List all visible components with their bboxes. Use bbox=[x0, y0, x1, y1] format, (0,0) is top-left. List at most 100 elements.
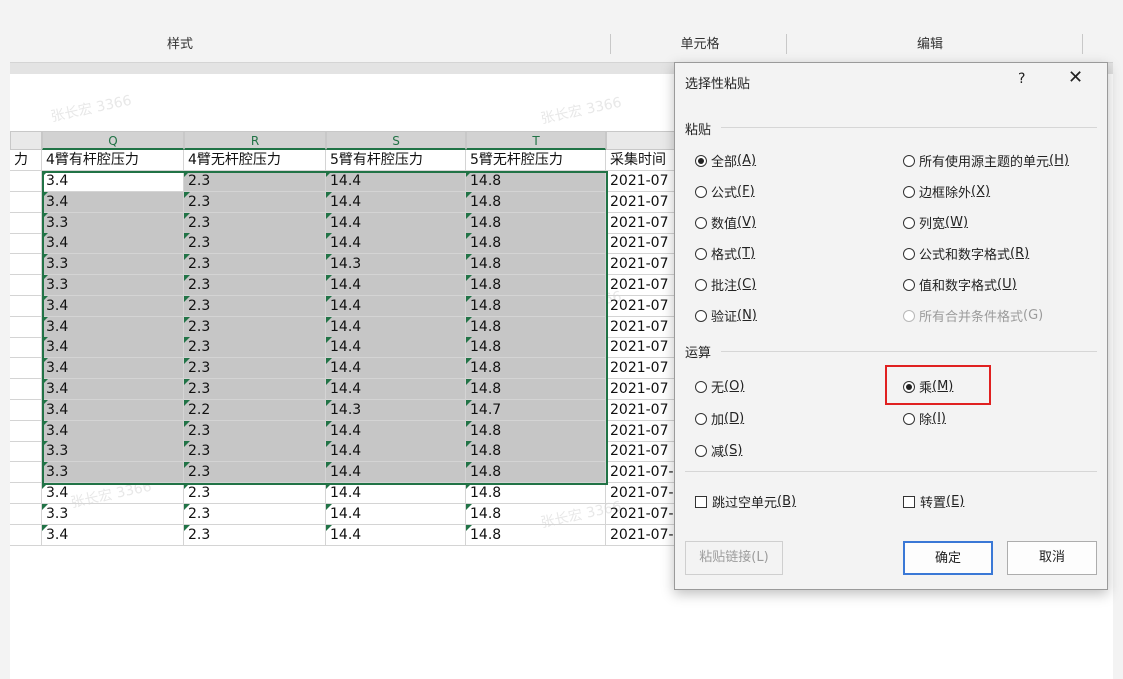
paste-option-key: (U) bbox=[997, 277, 1017, 292]
op-none-radio[interactable]: 无 (O) bbox=[695, 377, 744, 396]
paste-option-key: (X) bbox=[971, 184, 991, 199]
ok-button[interactable]: 确定 bbox=[903, 541, 993, 575]
table-cell[interactable]: 3.3 bbox=[42, 503, 184, 525]
paste-option-key: (G) bbox=[1023, 308, 1044, 323]
paste-option-radio[interactable]: 所有使用源主题的单元 (H) bbox=[903, 151, 1069, 170]
table-cell[interactable]: 14.4 bbox=[326, 503, 466, 525]
paste-option-radio[interactable]: 边框除外 (X) bbox=[903, 182, 990, 201]
table-cell[interactable] bbox=[10, 233, 42, 255]
table-cell[interactable] bbox=[10, 337, 42, 359]
radio-icon bbox=[695, 278, 707, 291]
column-header-letter[interactable]: T bbox=[466, 131, 606, 150]
skip-blanks-checkbox[interactable]: 跳过空单元 (B) bbox=[695, 492, 796, 511]
table-cell[interactable] bbox=[10, 171, 42, 192]
paste-option-radio[interactable]: 全部 (A) bbox=[695, 151, 756, 170]
paste-option-radio: 所有合并条件格式 (G) bbox=[903, 306, 1043, 325]
paste-option-radio[interactable]: 公式和数字格式 (R) bbox=[903, 244, 1029, 263]
column-header-letter[interactable] bbox=[10, 131, 42, 150]
paste-option-label: 边框除外 bbox=[919, 186, 972, 201]
paste-option-label: 所有使用源主题的单元 bbox=[919, 155, 1050, 170]
table-cell[interactable]: 14.8 bbox=[466, 483, 606, 504]
paste-option-label: 值和数字格式 bbox=[919, 279, 998, 294]
radio-icon bbox=[695, 154, 707, 167]
table-cell[interactable] bbox=[10, 399, 42, 421]
op-subtract-label: 减 bbox=[711, 445, 725, 460]
paste-option-radio[interactable]: 公式 (F) bbox=[695, 182, 755, 201]
table-cell[interactable]: 14.4 bbox=[326, 524, 466, 546]
table-cell[interactable] bbox=[10, 483, 42, 504]
op-divide-radio[interactable]: 除 (I) bbox=[903, 409, 946, 428]
paste-option-label: 公式和数字格式 bbox=[919, 248, 1011, 263]
table-cell[interactable]: 14.4 bbox=[326, 483, 466, 504]
section-divider bbox=[721, 351, 1097, 352]
paste-option-label: 列宽 bbox=[919, 217, 946, 232]
table-cell[interactable] bbox=[10, 379, 42, 400]
paste-link-button[interactable]: 粘贴链接(L) bbox=[685, 541, 783, 575]
radio-icon bbox=[695, 444, 707, 457]
transpose-label: 转置 bbox=[920, 496, 947, 511]
table-cell[interactable] bbox=[10, 316, 42, 338]
column-header-letter[interactable]: S bbox=[326, 131, 466, 150]
cancel-button[interactable]: 取消 bbox=[1007, 541, 1097, 575]
paste-option-radio[interactable]: 批注 (C) bbox=[695, 275, 756, 294]
op-subtract-key: (S) bbox=[724, 443, 743, 458]
table-cell[interactable] bbox=[10, 191, 42, 213]
column-header-letter[interactable]: R bbox=[184, 131, 326, 150]
table-cell[interactable]: 2.3 bbox=[184, 483, 326, 504]
table-cell[interactable] bbox=[10, 295, 42, 317]
header-cell[interactable]: 4臂无杆腔压力 bbox=[184, 150, 326, 171]
table-cell[interactable]: 14.8 bbox=[466, 524, 606, 546]
op-add-key: (D) bbox=[724, 411, 745, 426]
table-cell[interactable] bbox=[10, 358, 42, 380]
close-icon[interactable]: ✕ bbox=[1068, 67, 1083, 88]
paste-special-dialog: 选择性粘贴 ? ✕ 粘贴 全部 (A) 公式 (F) 数值 (V) 格式 (T) 批注 (C) 验证… bbox=[674, 62, 1108, 590]
ribbon-divider bbox=[1082, 34, 1083, 54]
transpose-checkbox[interactable]: 转置 (E) bbox=[903, 492, 964, 511]
radio-icon bbox=[903, 216, 915, 229]
radio-icon bbox=[903, 278, 915, 291]
table-cell[interactable]: 2.3 bbox=[184, 503, 326, 525]
paste-option-radio[interactable]: 验证 (N) bbox=[695, 306, 757, 325]
table-cell[interactable] bbox=[10, 441, 42, 463]
ribbon-group-editing: 编辑 bbox=[916, 37, 943, 52]
paste-option-radio[interactable]: 列宽 (W) bbox=[903, 213, 968, 232]
table-cell[interactable] bbox=[10, 254, 42, 276]
section-divider bbox=[721, 127, 1097, 128]
radio-icon bbox=[903, 247, 915, 260]
radio-icon bbox=[903, 154, 915, 167]
watermark-text: 张长宏 3366 bbox=[49, 92, 134, 126]
op-subtract-radio[interactable]: 减 (S) bbox=[695, 441, 742, 460]
table-cell[interactable]: 3.4 bbox=[42, 524, 184, 546]
table-cell[interactable] bbox=[10, 462, 42, 484]
table-cell[interactable] bbox=[10, 212, 42, 234]
radio-icon bbox=[903, 412, 915, 425]
help-icon[interactable]: ? bbox=[1018, 71, 1025, 87]
paste-option-key: (T) bbox=[737, 246, 756, 261]
checkbox-icon bbox=[695, 495, 707, 508]
paste-option-key: (H) bbox=[1049, 153, 1069, 168]
header-cell[interactable]: 4臂有杆腔压力 bbox=[42, 150, 184, 171]
paste-option-radio[interactable]: 格式 (T) bbox=[695, 244, 755, 263]
paste-option-key: (N) bbox=[737, 308, 757, 323]
paste-option-radio[interactable]: 数值 (V) bbox=[695, 213, 756, 232]
op-add-label: 加 bbox=[711, 413, 725, 428]
op-none-key: (O) bbox=[724, 379, 745, 394]
table-cell[interactable] bbox=[10, 275, 42, 296]
table-cell[interactable] bbox=[10, 420, 42, 442]
op-add-radio[interactable]: 加 (D) bbox=[695, 409, 744, 428]
paste-option-label: 所有合并条件格式 bbox=[919, 310, 1024, 325]
header-cell[interactable]: 力 bbox=[10, 150, 42, 171]
header-cell[interactable]: 5臂无杆腔压力 bbox=[466, 150, 606, 171]
radio-icon bbox=[903, 309, 915, 322]
table-cell[interactable]: 14.8 bbox=[466, 503, 606, 525]
paste-option-label: 格式 bbox=[711, 248, 738, 263]
selection-range[interactable] bbox=[42, 171, 608, 485]
table-cell[interactable]: 3.4 bbox=[42, 483, 184, 504]
table-cell[interactable] bbox=[10, 503, 42, 525]
column-header-letter[interactable]: Q bbox=[42, 131, 184, 150]
table-cell[interactable]: 2.3 bbox=[184, 524, 326, 546]
op-none-label: 无 bbox=[711, 381, 725, 396]
header-cell[interactable]: 5臂有杆腔压力 bbox=[326, 150, 466, 171]
table-cell[interactable] bbox=[10, 524, 42, 546]
paste-option-radio[interactable]: 值和数字格式 (U) bbox=[903, 275, 1017, 294]
